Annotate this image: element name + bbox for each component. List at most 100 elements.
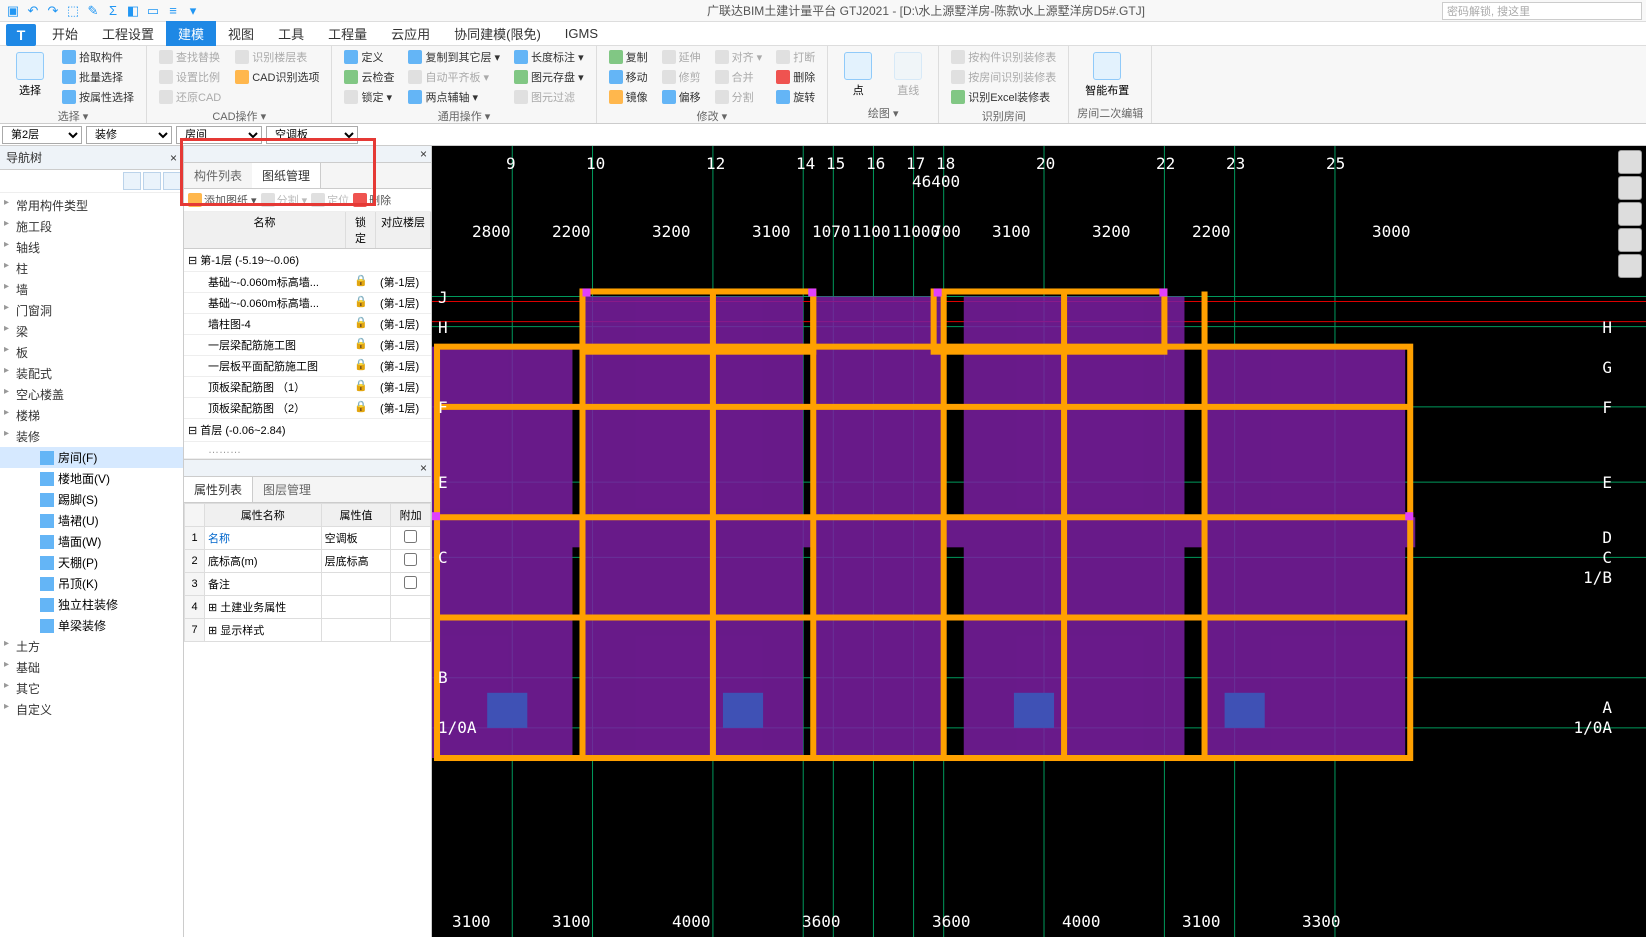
smart-layout-button[interactable]: 智能布置 (1077, 48, 1137, 103)
category-select[interactable]: 装修 (86, 126, 172, 144)
prop-row[interactable]: 2底标高(m)层底标高 (185, 550, 431, 573)
qat-icon[interactable]: ▾ (184, 2, 202, 20)
tree-item-suspend[interactable]: 吊顶(K) (0, 573, 183, 594)
tab-drawings[interactable]: 图纸管理 (252, 163, 321, 188)
dwg-row[interactable]: 顶板梁配筋图 （1）🔒(第-1层) (184, 377, 431, 398)
move[interactable]: 移动 (605, 68, 652, 86)
prop-row[interactable]: 4⊞ 土建业务属性 (185, 596, 431, 619)
prop-row[interactable]: 3备注 (185, 573, 431, 596)
define[interactable]: 定义 (340, 48, 398, 66)
prop-checkbox[interactable] (404, 530, 417, 543)
mirror[interactable]: 镜像 (605, 88, 652, 106)
view-icon[interactable] (1618, 202, 1642, 226)
qat-redo-icon[interactable]: ↷ (44, 2, 62, 20)
dwg-row[interactable]: 顶板梁配筋图 （2）🔒(第-1层) (184, 398, 431, 419)
tree-item-wall[interactable]: 墙面(W) (0, 531, 183, 552)
search-input[interactable]: 密码解锁, 搜这里 (1442, 2, 1642, 20)
tree-group[interactable]: 装配式 (0, 363, 183, 384)
tab-qty[interactable]: 工程量 (316, 21, 379, 46)
tab-igms[interactable]: IGMS (553, 23, 610, 44)
copy-floor[interactable]: 复制到其它层 ▾ (404, 48, 504, 66)
tree-group[interactable]: 常用构件类型 (0, 195, 183, 216)
app-logo[interactable]: T (6, 24, 36, 46)
sub-select[interactable]: 房间 (176, 126, 262, 144)
refresh-icon[interactable] (1618, 228, 1642, 252)
two-point-axis[interactable]: 两点辅轴 ▾ (404, 88, 504, 106)
prop-checkbox[interactable] (404, 576, 417, 589)
cloud-check[interactable]: 云检查 (340, 68, 398, 86)
prop-checkbox[interactable] (404, 553, 417, 566)
tree-group[interactable]: 其它 (0, 678, 183, 699)
tree-group[interactable]: 墙 (0, 279, 183, 300)
tree-group[interactable]: 自定义 (0, 699, 183, 720)
qat-icon[interactable]: ⬚ (64, 2, 82, 20)
component-select[interactable]: 空调板 (266, 126, 358, 144)
qat-undo-icon[interactable]: ↶ (24, 2, 42, 20)
tree-group[interactable]: 基础 (0, 657, 183, 678)
cube-icon[interactable] (1618, 176, 1642, 200)
tree-item-floor[interactable]: 楼地面(V) (0, 468, 183, 489)
tree-group[interactable]: 柱 (0, 258, 183, 279)
tab-collab[interactable]: 协同建模(限免) (442, 21, 553, 46)
tree-group[interactable]: 板 (0, 342, 183, 363)
batch-select[interactable]: 批量选择 (58, 68, 138, 86)
offset[interactable]: 偏移 (658, 88, 705, 106)
add-drawing[interactable]: 添加图纸 ▾ (188, 192, 257, 208)
rotate[interactable]: 旋转 (772, 88, 819, 106)
tree-icon[interactable] (143, 172, 161, 190)
tree-group[interactable]: 施工段 (0, 216, 183, 237)
attr-select[interactable]: 按属性选择 (58, 88, 138, 106)
cad-options[interactable]: CAD识别选项 (231, 68, 323, 86)
qat-save-icon[interactable]: ▣ (4, 2, 22, 20)
tab-view[interactable]: 视图 (216, 21, 266, 46)
delete[interactable]: 删除 (772, 68, 819, 86)
expand-icon[interactable] (163, 172, 181, 190)
tab-project[interactable]: 工程设置 (90, 21, 166, 46)
prop-row[interactable]: 7⊞ 显示样式 (185, 619, 431, 642)
tree-group[interactable]: 门窗洞 (0, 300, 183, 321)
dwg-row[interactable]: 一层梁配筋施工图🔒(第-1层) (184, 335, 431, 356)
length-dim[interactable]: 长度标注 ▾ (510, 48, 588, 66)
close-icon[interactable]: × (420, 461, 427, 475)
dwg-list[interactable]: ⊟ 第-1层 (-5.19~-0.06)基础~-0.060m标高墙...🔒(第-… (184, 249, 431, 459)
point-button[interactable]: 点 (836, 48, 880, 103)
tree-item-wainscot[interactable]: 墙裙(U) (0, 510, 183, 531)
tree-item-column[interactable]: 独立柱装修 (0, 594, 183, 615)
tab-properties[interactable]: 属性列表 (184, 477, 253, 502)
lock[interactable]: 锁定 ▾ (340, 88, 398, 106)
prop-row[interactable]: 1名称空调板 (185, 527, 431, 550)
drawing-canvas[interactable]: 9101214151617182022232546400280022003200… (432, 146, 1646, 937)
tree-item-room[interactable]: 房间(F) (0, 447, 183, 468)
tree-group[interactable]: 空心楼盖 (0, 384, 183, 405)
dwg-row[interactable]: 基础~-0.060m标高墙...🔒(第-1层) (184, 272, 431, 293)
dwg-row[interactable]: 墙柱图-4🔒(第-1层) (184, 314, 431, 335)
tab-components[interactable]: 构件列表 (184, 163, 252, 188)
layers-icon[interactable] (1618, 254, 1642, 278)
tree-group[interactable]: 土方 (0, 636, 183, 657)
floor-select[interactable]: 第2层 (2, 126, 82, 144)
excel-decorate[interactable]: 识别Excel装修表 (947, 88, 1060, 106)
select-button[interactable]: 选择 (8, 48, 52, 106)
qat-icon[interactable]: ▭ (144, 2, 162, 20)
qat-sum-icon[interactable]: Σ (104, 2, 122, 20)
tree-group[interactable]: 楼梯 (0, 405, 183, 426)
tab-layers[interactable]: 图层管理 (253, 477, 321, 502)
property-table[interactable]: 属性名称属性值附加 1名称空调板2底标高(m)层底标高3备注4⊞ 土建业务属性7… (184, 503, 431, 642)
dwg-row[interactable]: 基础~-0.060m标高墙...🔒(第-1层) (184, 293, 431, 314)
tree-group[interactable]: 装修 (0, 426, 183, 447)
pick-component[interactable]: 拾取构件 (58, 48, 138, 66)
nav-tree[interactable]: 常用构件类型施工段轴线柱墙门窗洞梁板装配式空心楼盖楼梯装修房间(F)楼地面(V)… (0, 193, 183, 937)
qat-icon[interactable]: ✎ (84, 2, 102, 20)
qat-icon[interactable]: ◧ (124, 2, 142, 20)
tree-item-ceiling[interactable]: 天棚(P) (0, 552, 183, 573)
tab-tools[interactable]: 工具 (266, 21, 316, 46)
dwg-floor[interactable]: ⊟ 第-1层 (-5.19~-0.06) (184, 249, 431, 272)
qat-icon[interactable]: ≡ (164, 2, 182, 20)
delete-drawing[interactable]: 删除 (353, 192, 391, 208)
tab-model[interactable]: 建模 (166, 21, 216, 46)
tab-cloud[interactable]: 云应用 (379, 21, 442, 46)
tab-start[interactable]: 开始 (40, 21, 90, 46)
tree-item-skirting[interactable]: 踢脚(S) (0, 489, 183, 510)
tree-group[interactable]: 梁 (0, 321, 183, 342)
dwg-floor[interactable]: ⊟ 首层 (-0.06~2.84) (184, 419, 431, 442)
